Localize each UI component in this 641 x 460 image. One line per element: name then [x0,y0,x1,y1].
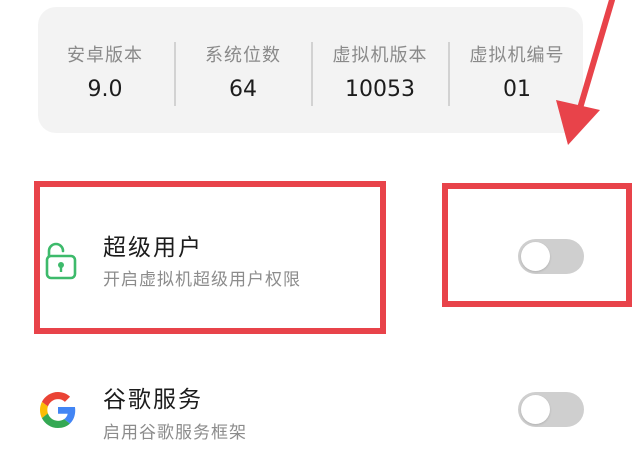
vm-number-label: 虚拟机编号 [469,45,565,66]
google-icon [40,392,80,432]
android-version-label: 安卓版本 [67,45,143,66]
vm-number-value: 01 [503,77,531,102]
system-bits-label: 系统位数 [205,45,281,66]
android-version-value: 9.0 [87,77,123,102]
vm-version-info: 虚拟机版本 10053 [312,7,448,133]
vm-number-info: 虚拟机编号 01 [449,7,585,133]
android-version-info: 安卓版本 9.0 [37,7,173,133]
system-bits-value: 64 [229,77,257,102]
google-services-title: 谷歌服务 [103,387,203,413]
google-services-setting-row: 谷歌服务 启用谷歌服务框架 [0,360,641,460]
annotation-box-toggle [442,183,632,307]
google-services-toggle[interactable] [518,392,584,427]
vm-info-card: 安卓版本 9.0 系统位数 64 虚拟机版本 10053 虚拟机编号 01 [38,7,583,133]
google-services-subtitle: 启用谷歌服务框架 [103,423,247,443]
annotation-box-superuser [34,181,386,334]
vm-version-value: 10053 [345,77,415,102]
toggle-knob [521,395,550,424]
system-bits-info: 系统位数 64 [175,7,311,133]
vm-version-label: 虚拟机版本 [332,45,428,66]
